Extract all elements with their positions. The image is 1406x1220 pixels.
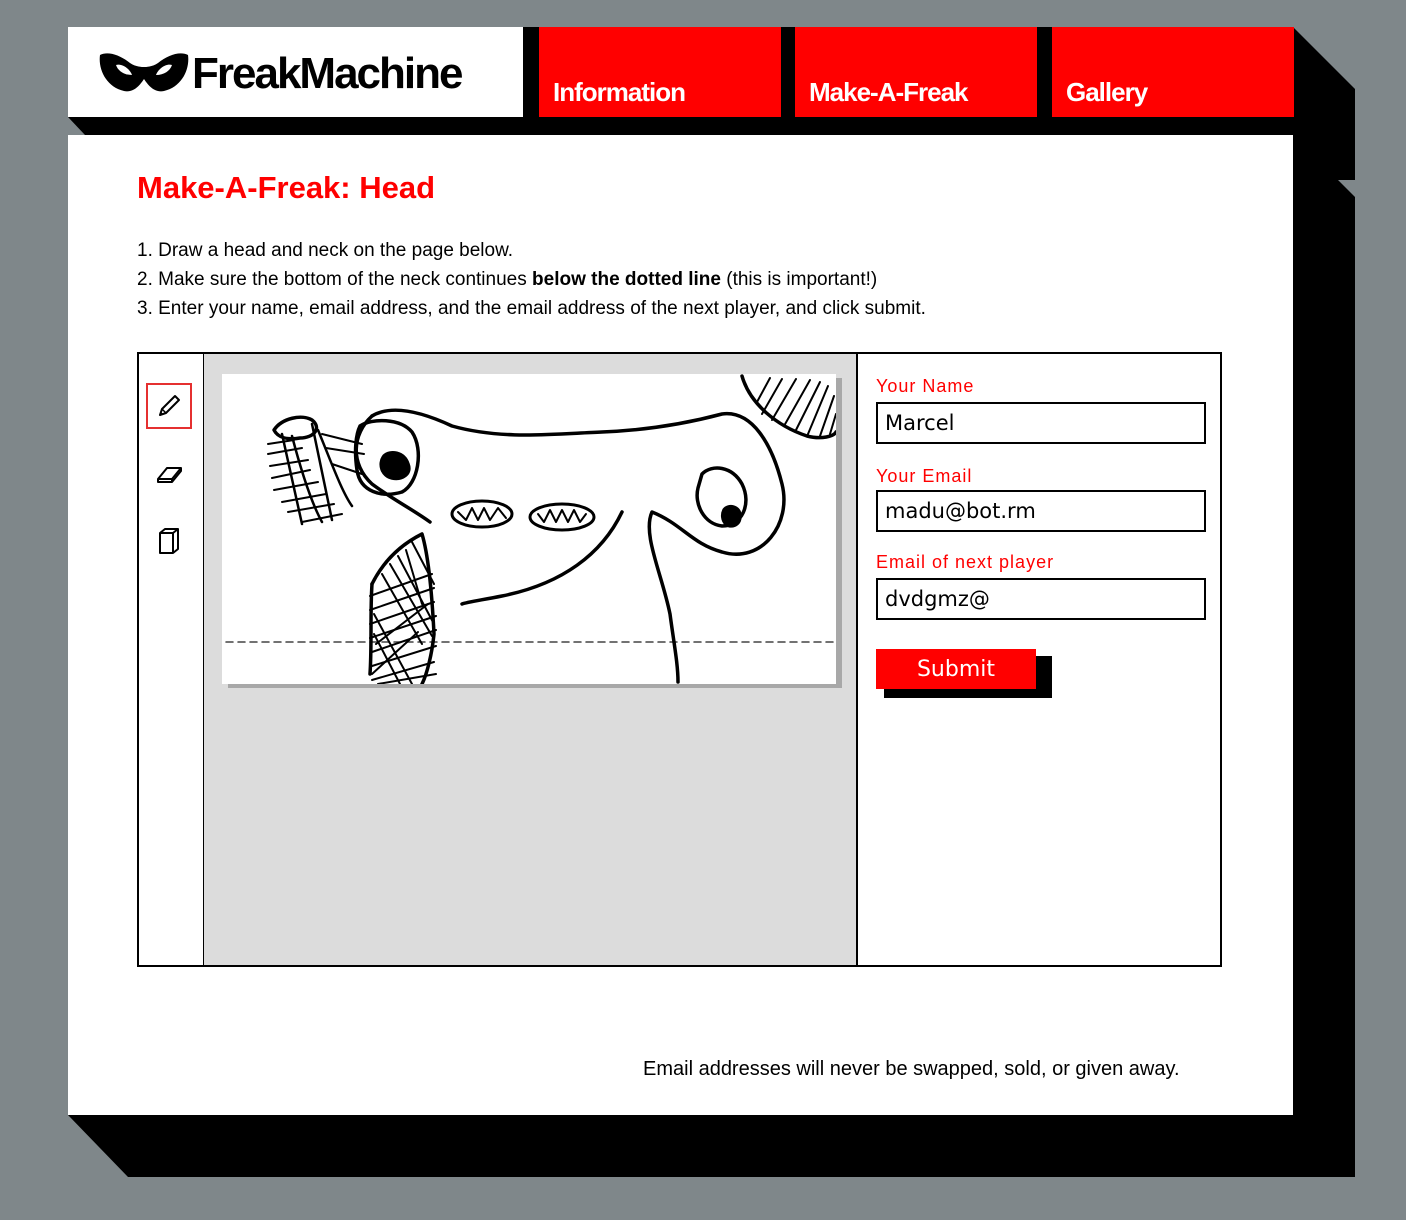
step-2-emphasis: below the dotted line: [532, 269, 721, 290]
tab-make-a-freak-label: Make-A-Freak: [809, 77, 969, 107]
brand-name: FreakMachine: [192, 49, 463, 98]
next-player-email-input[interactable]: [876, 578, 1206, 620]
pencil-icon: [159, 395, 180, 416]
submit-button[interactable]: Submit: [876, 649, 1036, 689]
pencil-tool[interactable]: [146, 383, 192, 429]
name-label: Your Name: [876, 376, 975, 396]
email-label: Your Email: [876, 466, 973, 486]
clear-page-tool[interactable]: [146, 518, 192, 564]
head-sketch: [225, 374, 836, 684]
step-1-text: 1. Draw a head and neck on the page belo…: [137, 240, 514, 261]
canvas-area: [204, 354, 858, 965]
name-input[interactable]: [876, 402, 1206, 444]
privacy-note: Email addresses will never be swapped, s…: [643, 1058, 1180, 1080]
instruction-step-2: 2. Make sure the bottom of the neck cont…: [137, 269, 877, 291]
step-2-note: (this is important!): [720, 269, 878, 290]
drawing-panel: Your Name Your Email Email of next playe…: [137, 352, 1222, 967]
tab-make-a-freak[interactable]: Make-A-Freak: [795, 27, 1037, 117]
tool-palette: [139, 354, 205, 965]
logo-area[interactable]: FreakMachine: [68, 27, 523, 117]
submission-form: Your Name Your Email Email of next playe…: [858, 354, 1220, 965]
mask-icon: [99, 53, 189, 92]
email-input[interactable]: [876, 490, 1206, 532]
instruction-step-1: 1. Draw a head and neck on the page belo…: [137, 240, 513, 262]
eraser-tool[interactable]: [146, 450, 192, 496]
eraser-icon: [157, 467, 182, 483]
blank-page-icon: [159, 528, 179, 554]
next-player-email-label: Email of next player: [876, 552, 1055, 572]
page-title: Make-A-Freak: Head: [137, 170, 436, 205]
step-3-text: 3. Enter your name, email address, and t…: [137, 298, 926, 319]
tab-gallery[interactable]: Gallery: [1052, 27, 1294, 117]
step-2-text: 2. Make sure the bottom of the neck cont…: [137, 269, 533, 290]
drawing-canvas[interactable]: [222, 374, 836, 684]
tab-information[interactable]: Information: [539, 27, 781, 117]
tab-gallery-label: Gallery: [1066, 77, 1148, 107]
tab-information-label: Information: [553, 77, 686, 107]
instruction-step-3: 3. Enter your name, email address, and t…: [137, 298, 926, 320]
